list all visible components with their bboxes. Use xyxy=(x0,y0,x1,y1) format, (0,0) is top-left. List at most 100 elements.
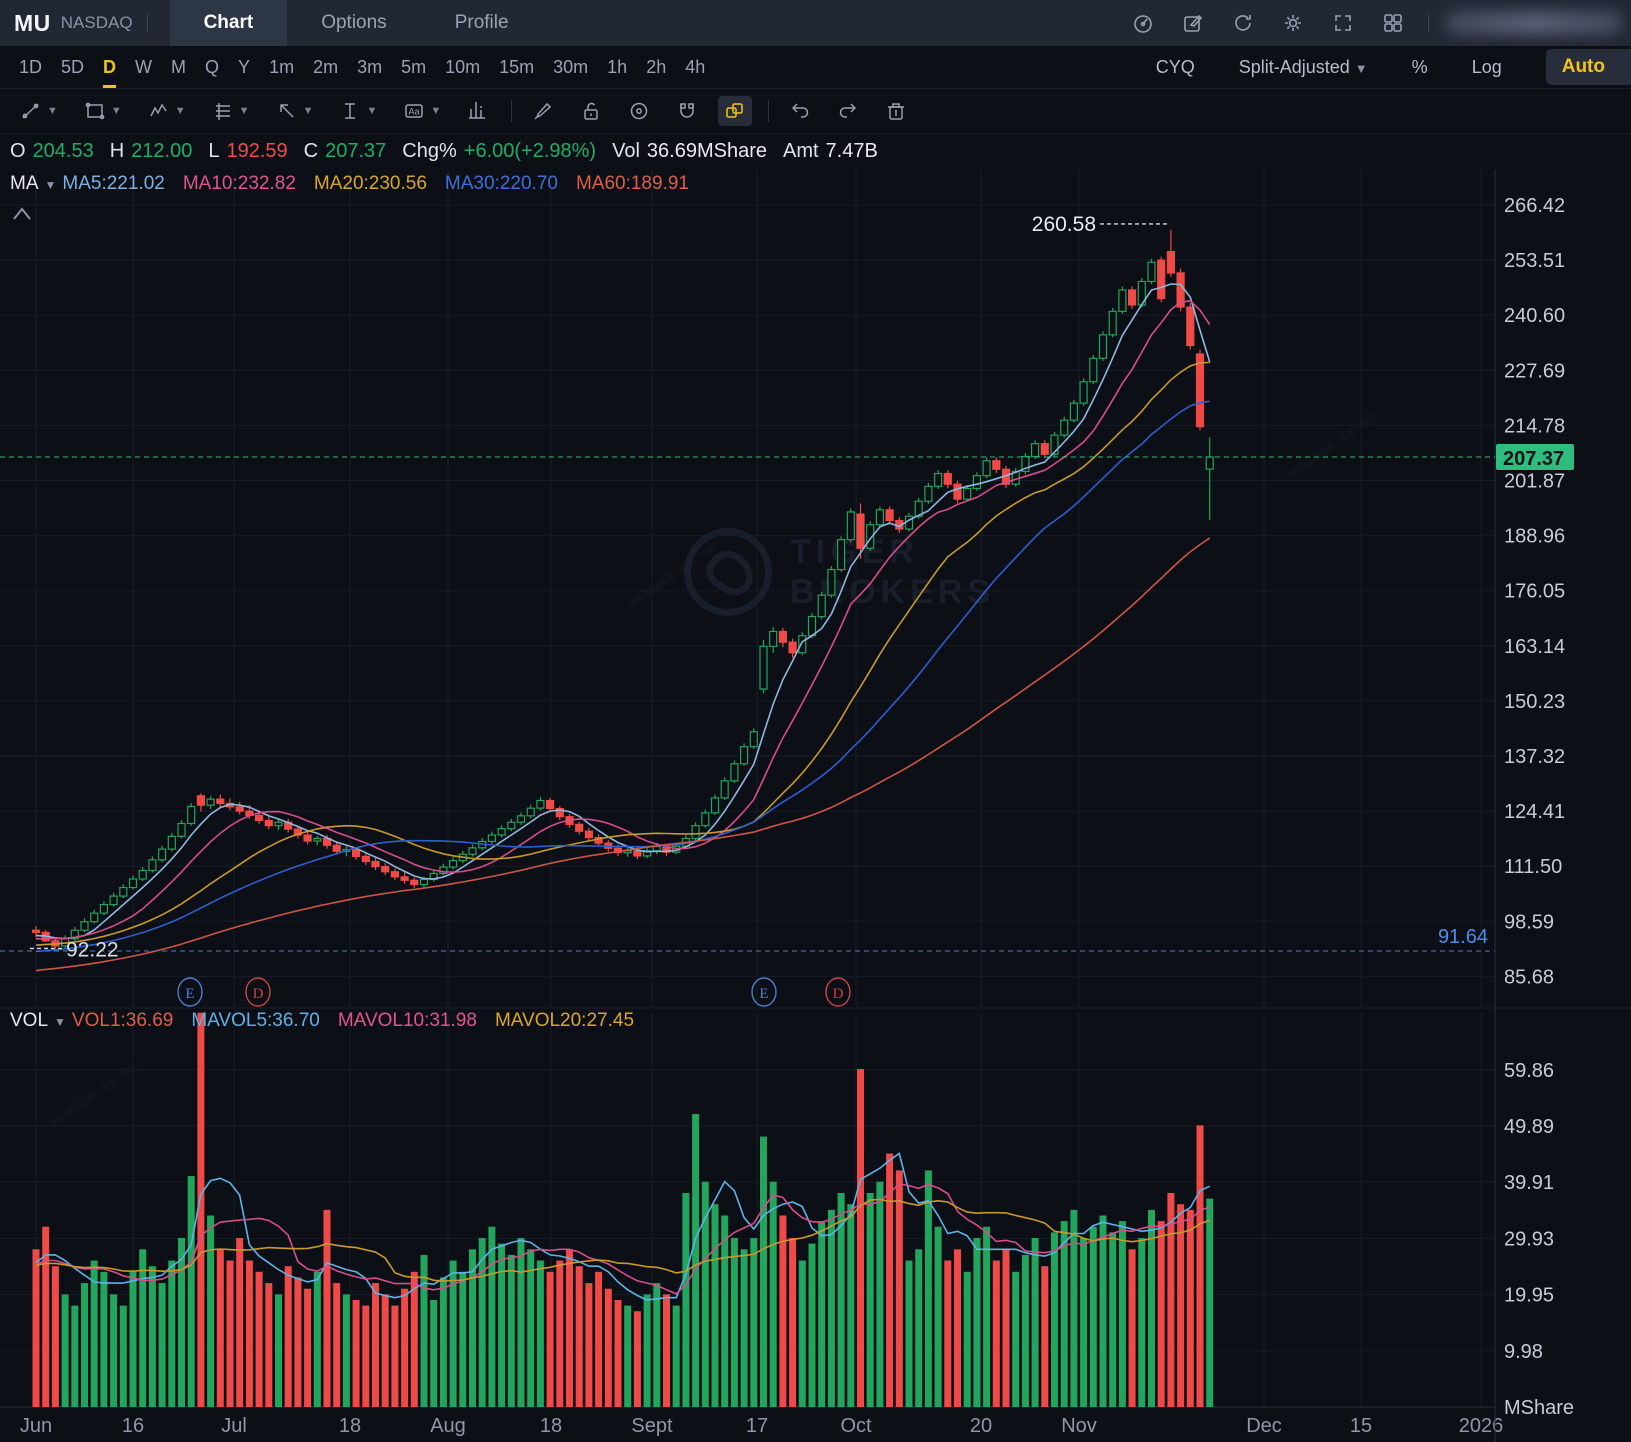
timeframe-1h[interactable]: 1h xyxy=(607,46,627,88)
adjust-dropdown[interactable]: Split-Adjusted ▼ xyxy=(1239,57,1368,78)
chevron-down-icon: ▼ xyxy=(238,105,250,117)
vol-dropdown[interactable]: VOL ▼ xyxy=(10,1010,72,1032)
timeframe-2h[interactable]: 2h xyxy=(646,46,666,88)
timeframe-5d[interactable]: 5D xyxy=(61,46,84,88)
toolbar-divider xyxy=(768,100,770,122)
indicator-tool-button[interactable] xyxy=(461,96,495,126)
volume-bar xyxy=(556,1260,564,1407)
timeframe-10m[interactable]: 10m xyxy=(445,46,480,88)
event-marker-d[interactable]: D xyxy=(825,977,851,1007)
chart-canvas[interactable]: 266.42 253.51 240.60 227.69 214.78 201.87 188.… xyxy=(0,0,1631,1442)
price-series xyxy=(31,229,1214,972)
timeframe-2m[interactable]: 2m xyxy=(313,46,338,88)
trend-line-tool-button[interactable]: ▼ xyxy=(14,96,64,126)
drawing-toolbar: ▼ ▼ ▼ ▼ ▼ ▼ Aa ▼ xyxy=(0,89,1631,134)
volume-bar xyxy=(255,1271,263,1407)
chevron-down-icon: ▼ xyxy=(302,105,314,117)
timeframe-5m[interactable]: 5m xyxy=(401,46,426,88)
tab-profile[interactable]: Profile xyxy=(421,0,543,46)
ma-dropdown[interactable]: MA ▼ xyxy=(10,173,62,195)
event-marker-d[interactable]: D xyxy=(245,977,271,1007)
divider xyxy=(146,14,148,32)
timeframe-15m[interactable]: 15m xyxy=(499,46,534,88)
volume-bar xyxy=(895,1170,903,1407)
candle-body xyxy=(691,825,700,840)
volume-bar xyxy=(730,1238,738,1407)
tab-chart[interactable]: Chart xyxy=(169,0,288,46)
volume-bar xyxy=(973,1238,981,1407)
gann-tool-button[interactable]: ▼ xyxy=(206,96,256,126)
ma30-line xyxy=(35,400,1210,953)
account-info-blurred[interactable] xyxy=(1445,11,1623,35)
volume-bar xyxy=(818,1221,826,1407)
candle-body xyxy=(332,844,341,852)
timeframe-d[interactable]: D xyxy=(103,46,117,88)
redo-tool-button[interactable] xyxy=(831,96,865,126)
delete-tool-button[interactable] xyxy=(879,96,913,126)
price-tick: 188.96 xyxy=(1504,526,1565,548)
shapes-tool-button[interactable]: ▼ xyxy=(78,96,128,126)
collapse-pane-chevron-icon[interactable] xyxy=(13,207,31,220)
edit-note-icon[interactable] xyxy=(1182,12,1204,34)
volume-tick: 19.95 xyxy=(1504,1285,1554,1307)
volume-bar xyxy=(808,1243,816,1407)
event-marker-e[interactable]: E xyxy=(751,977,777,1007)
log-scale-button[interactable]: Log xyxy=(1472,57,1502,78)
candle-body xyxy=(1089,357,1098,383)
layout-grid-icon[interactable] xyxy=(1382,12,1404,34)
volume-bar xyxy=(333,1283,341,1407)
candle-body xyxy=(1098,334,1108,359)
tab-options[interactable]: Options xyxy=(287,0,420,46)
timeframe-1d[interactable]: 1D xyxy=(19,46,42,88)
candle-body xyxy=(109,895,118,906)
x-axis-label: 15 xyxy=(1350,1415,1372,1437)
chart-options-group: CYQ Split-Adjusted ▼ % Log Auto xyxy=(1156,46,1631,88)
volume-bar xyxy=(459,1271,467,1407)
auto-scale-button[interactable]: Auto xyxy=(1545,49,1631,85)
timeframe-m[interactable]: M xyxy=(171,46,186,88)
timeframe-4h[interactable]: 4h xyxy=(685,46,705,88)
candle-body xyxy=(196,795,205,806)
timeframe-3m[interactable]: 3m xyxy=(357,46,382,88)
volume-bar xyxy=(915,1249,923,1407)
fullscreen-icon[interactable] xyxy=(1332,12,1354,34)
lock-tool-button[interactable] xyxy=(574,96,608,126)
candle-body xyxy=(943,472,952,485)
gauge-icon[interactable] xyxy=(1132,12,1154,34)
alert-level-value: 91.64 xyxy=(1438,926,1488,948)
timeframe-bar: 1D 5D D W M Q Y 1m 2m 3m 5m 10m 15m 30m 1h 2h 4h CYQ Spl… xyxy=(0,46,1631,89)
candle-body xyxy=(1060,419,1069,436)
cyq-button[interactable]: CYQ xyxy=(1156,57,1195,78)
timeframe-1m[interactable]: 1m xyxy=(269,46,294,88)
timeframe-w[interactable]: W xyxy=(135,46,152,88)
pattern-tool-button[interactable]: ▼ xyxy=(142,96,192,126)
ma-value: MA20:230.56 xyxy=(313,173,427,194)
timeframe-q[interactable]: Q xyxy=(205,46,219,88)
refresh-icon[interactable] xyxy=(1232,12,1254,34)
undo-tool-button[interactable] xyxy=(783,96,817,126)
ohlc-label: Chg% xyxy=(402,140,457,162)
candle-body xyxy=(303,834,312,842)
arrow-tool-button[interactable]: ▼ xyxy=(270,96,320,126)
event-marker-e[interactable]: E xyxy=(177,977,203,1007)
volume-bar xyxy=(517,1238,525,1407)
volume-bar xyxy=(1099,1215,1107,1407)
x-axis-label: 20 xyxy=(970,1415,992,1437)
timeframe-y[interactable]: Y xyxy=(238,46,250,88)
visibility-tool-button[interactable] xyxy=(622,96,656,126)
settings-icon[interactable] xyxy=(1282,12,1304,34)
candle-body xyxy=(633,850,642,857)
chevron-down-icon: ▼ xyxy=(366,105,378,117)
timeframe-30m[interactable]: 30m xyxy=(553,46,588,88)
volume-bar xyxy=(944,1260,952,1407)
candle-body xyxy=(545,799,555,810)
measure-tool-button[interactable]: ▼ xyxy=(333,96,383,126)
candle-body xyxy=(788,641,797,654)
link-tool-button[interactable] xyxy=(718,96,753,126)
percent-scale-button[interactable]: % xyxy=(1412,57,1428,78)
ohlc-label: O xyxy=(10,140,26,162)
magnet-tool-button[interactable] xyxy=(670,96,704,126)
brush-tool-button[interactable] xyxy=(526,96,560,126)
text-tool-button[interactable]: Aa ▼ xyxy=(397,96,447,126)
candle-body xyxy=(468,847,477,855)
